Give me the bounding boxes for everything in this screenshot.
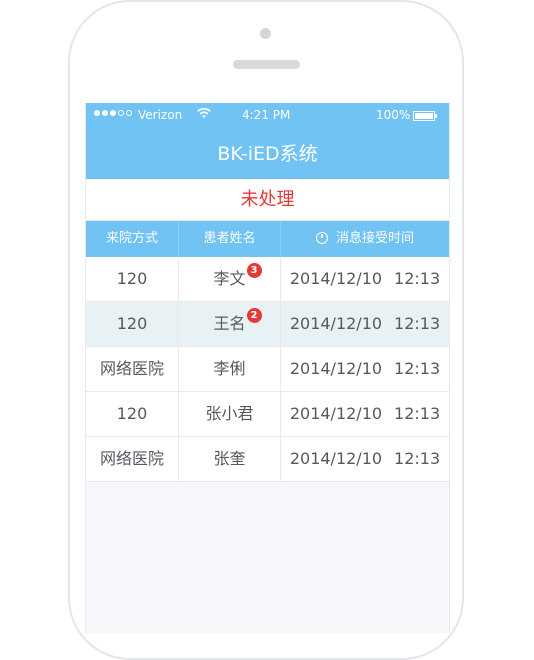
clock-icon xyxy=(315,232,328,244)
section-title: 未处理 xyxy=(86,179,449,221)
table-row[interactable]: 120 王名 2 2014/12/10 12:13 xyxy=(86,302,449,347)
signal-strength-icon xyxy=(94,110,132,116)
table-body: 120 李文 3 2014/12/10 12:13 120 王名 2 2014/12/… xyxy=(86,257,449,482)
status-time: 4:21 PM xyxy=(242,108,291,122)
receive-time: 12:13 xyxy=(394,269,441,288)
receive-date: 2014/12/10 xyxy=(289,359,383,378)
patient-name-cell: 张小君 xyxy=(178,392,280,436)
receive-date: 2014/12/10 xyxy=(289,269,383,288)
patient-name-cell: 李俐 xyxy=(178,347,280,391)
carrier-name: Verizon xyxy=(138,108,183,122)
receive-date: 2014/12/10 xyxy=(289,449,383,468)
patient-name: 王名 xyxy=(213,314,246,333)
receive-time: 12:13 xyxy=(394,359,441,378)
battery-percentage: 100% xyxy=(376,108,411,122)
receive-time-cell: 2014/12/10 12:13 xyxy=(280,437,449,481)
battery-icon xyxy=(413,111,435,121)
app-screen: Verizon 4:21 PM 100% BK-iED系统 未处理 来院方式 患… xyxy=(85,103,450,633)
patient-name: 李俐 xyxy=(213,359,246,378)
patient-name: 李文 xyxy=(213,269,246,288)
arrival-method-cell: 120 xyxy=(116,314,148,333)
receive-date: 2014/12/10 xyxy=(289,314,383,333)
receive-time-cell: 2014/12/10 12:13 xyxy=(280,302,449,346)
receive-time-cell: 2014/12/10 12:13 xyxy=(280,392,449,436)
receive-time: 12:13 xyxy=(394,449,441,468)
patient-name-cell: 李文 3 xyxy=(178,257,280,301)
front-camera xyxy=(260,28,271,39)
arrival-method-cell: 120 xyxy=(116,269,148,288)
table-row[interactable]: 网络医院 张奎 2014/12/10 12:13 xyxy=(86,437,449,482)
receive-date: 2014/12/10 xyxy=(289,404,383,423)
app-title: BK-iED系统 xyxy=(217,143,318,165)
table-header: 来院方式 患者姓名 消息接受时间 xyxy=(86,221,449,257)
receive-time-cell: 2014/12/10 12:13 xyxy=(280,257,449,301)
unread-badge: 2 xyxy=(246,308,262,323)
patient-name-cell: 张奎 xyxy=(178,437,280,481)
earpiece-speaker xyxy=(233,60,300,69)
header-receive-time[interactable]: 消息接受时间 xyxy=(280,221,449,257)
patient-name: 张奎 xyxy=(213,449,246,468)
header-arrival-method[interactable]: 来院方式 xyxy=(86,221,178,257)
receive-time: 12:13 xyxy=(394,314,441,333)
arrival-method-cell: 网络医院 xyxy=(99,449,164,468)
header-receive-time-label: 消息接受时间 xyxy=(335,231,414,246)
patient-name-cell: 王名 2 xyxy=(178,302,280,346)
status-bar: Verizon 4:21 PM 100% xyxy=(86,103,449,129)
patient-name: 张小君 xyxy=(205,404,254,423)
wifi-icon xyxy=(197,107,211,122)
arrival-method-cell: 网络医院 xyxy=(99,359,164,378)
receive-time: 12:13 xyxy=(394,404,441,423)
arrival-method-cell: 120 xyxy=(116,404,148,423)
table-row[interactable]: 网络医院 李俐 2014/12/10 12:13 xyxy=(86,347,449,392)
header-patient-name[interactable]: 患者姓名 xyxy=(178,221,280,257)
unread-badge: 3 xyxy=(246,263,262,278)
battery-tip xyxy=(435,114,437,118)
app-header: Verizon 4:21 PM 100% BK-iED系统 xyxy=(86,103,449,179)
table-row[interactable]: 120 张小君 2014/12/10 12:13 xyxy=(86,392,449,437)
receive-time-cell: 2014/12/10 12:13 xyxy=(280,347,449,391)
table-row[interactable]: 120 李文 3 2014/12/10 12:13 xyxy=(86,257,449,302)
